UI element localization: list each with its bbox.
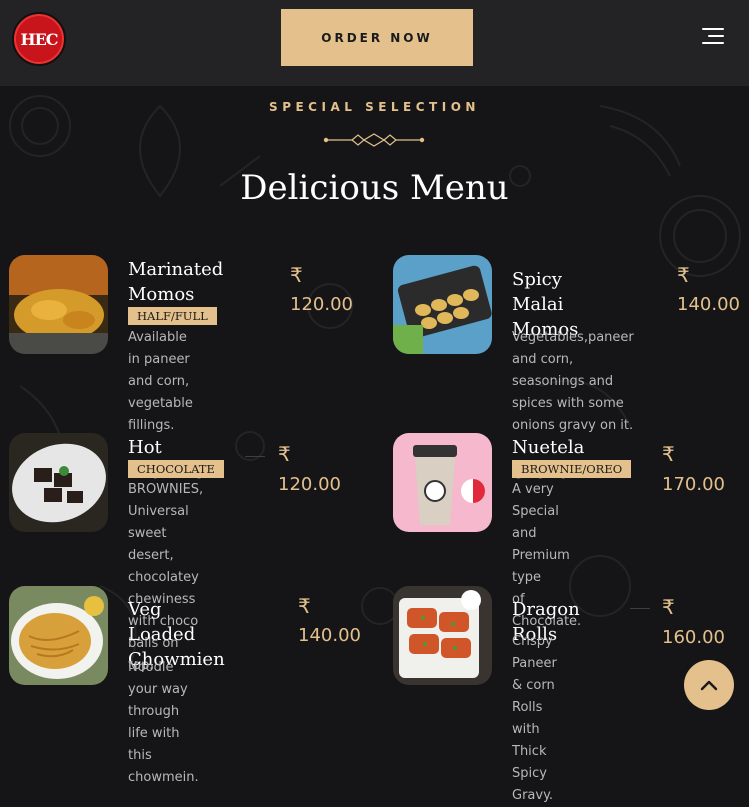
- item-badge: BROWNIE/OREO: [512, 460, 632, 478]
- item-image[interactable]: [9, 586, 108, 685]
- item-image[interactable]: [393, 586, 492, 685]
- chevron-up-icon: [700, 680, 718, 691]
- item-name: Marinated: [128, 259, 224, 280]
- item-name-line2: Momos: [128, 284, 195, 305]
- separator-line: [630, 608, 650, 609]
- currency-symbol: ₹: [662, 595, 675, 619]
- item-description: Noodle your way through life with: [128, 660, 188, 741]
- item-image[interactable]: [9, 433, 108, 532]
- item-badge: CHOCOLATE: [128, 460, 224, 478]
- item-image[interactable]: [9, 255, 108, 354]
- item-description-line3: onions gravy on it.: [512, 418, 634, 433]
- section-title: Delicious Menu: [240, 168, 509, 208]
- logo-text: HEC: [20, 29, 58, 49]
- currency-symbol: ₹: [290, 263, 303, 287]
- item-description: A very Special and Premium type: [512, 482, 570, 585]
- item-price: 170.00: [662, 474, 725, 495]
- item-name: Spicy Malai: [512, 269, 564, 315]
- section-subtitle: SPECIAL SELECTION: [269, 100, 480, 114]
- item-price: 120.00: [290, 294, 353, 315]
- item-badge: HALF/FULL: [128, 307, 217, 325]
- item-price: 120.00: [278, 474, 341, 495]
- item-description: Crispy Paneer & corn Rolls with: [512, 634, 557, 737]
- order-now-button[interactable]: ORDER NOW: [281, 9, 473, 66]
- item-price: 160.00: [662, 627, 725, 648]
- currency-symbol: ₹: [278, 442, 291, 466]
- item-price: 140.00: [298, 625, 361, 646]
- item-description-line2: vegetable fillings.: [128, 396, 193, 433]
- item-description: Available in paneer and corn,: [128, 330, 190, 389]
- item-image[interactable]: [393, 255, 492, 354]
- separator-line: [245, 456, 265, 457]
- ornament-divider-icon: [323, 133, 425, 147]
- item-description-line2: this chowmein.: [128, 748, 199, 785]
- item-description: Vegetables,paneer and corn,: [512, 330, 634, 367]
- currency-symbol: ₹: [298, 594, 311, 618]
- item-name: Veg Loaded: [128, 599, 196, 645]
- item-image[interactable]: [393, 433, 492, 532]
- currency-symbol: ₹: [677, 263, 690, 287]
- scroll-to-top-button[interactable]: [684, 660, 734, 710]
- item-description: BROWNIES, Universal sweet desert,: [128, 482, 204, 563]
- item-description-line2: Thick Spicy Gravy.: [512, 744, 554, 803]
- item-price: 140.00: [677, 294, 740, 315]
- brand-logo[interactable]: HEC: [12, 12, 66, 66]
- item-description-line2: seasonings and spices with some: [512, 374, 624, 411]
- top-header: HEC ORDER NOW: [0, 0, 749, 86]
- currency-symbol: ₹: [662, 442, 675, 466]
- hamburger-icon[interactable]: [702, 28, 726, 46]
